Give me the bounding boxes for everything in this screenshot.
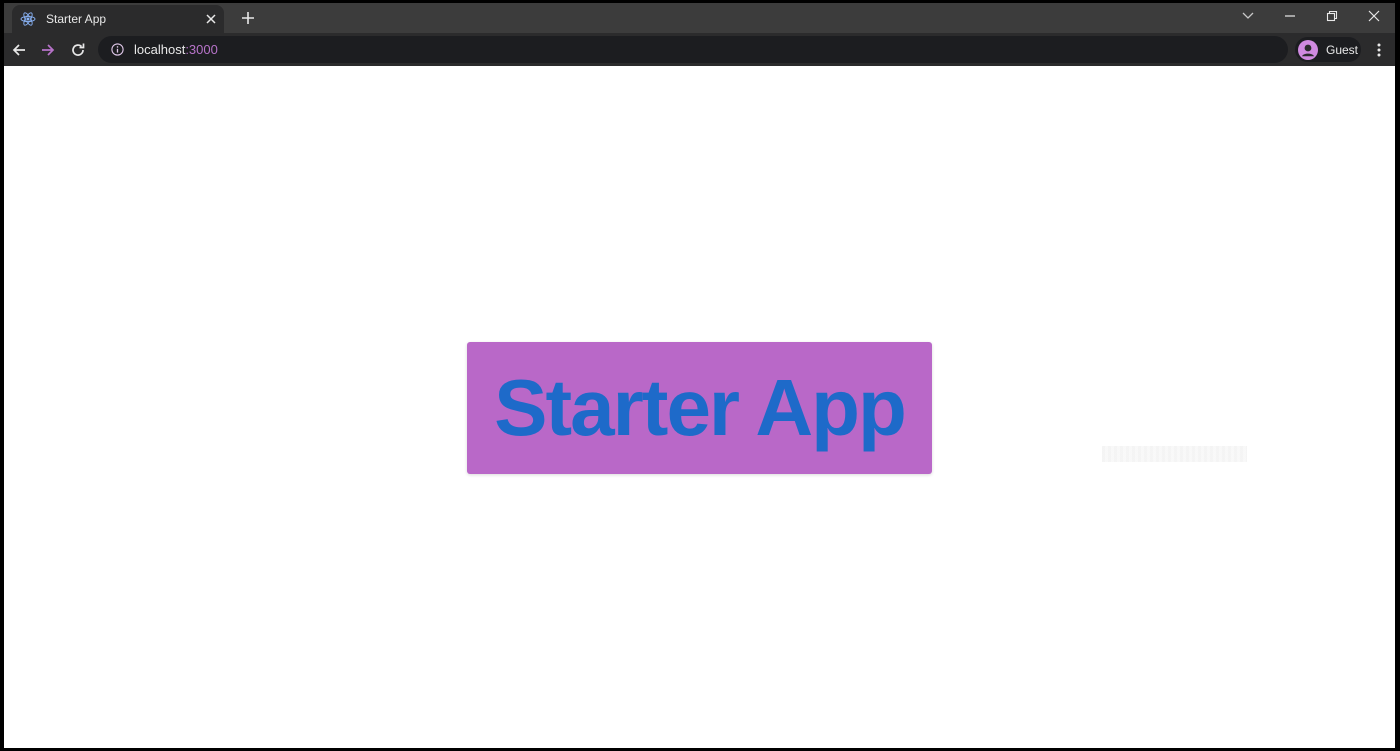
tab-title: Starter App [46,12,107,26]
close-icon[interactable] [202,10,220,28]
reload-button[interactable] [65,37,91,63]
info-icon[interactable] [110,43,124,57]
hero-banner: Starter App [467,342,932,474]
more-vert-icon [1377,43,1381,57]
arrow-left-icon [12,44,25,56]
plus-icon [242,12,254,24]
back-button[interactable] [6,37,32,63]
browser-window: Starter App localhost:3000 Guest Starte… [4,3,1395,748]
window-controls [1227,3,1395,29]
restore-icon [1326,10,1338,22]
url-port: :3000 [185,42,218,57]
faint-artifact [1102,446,1247,462]
avatar-icon [1298,39,1318,60]
address-bar[interactable]: localhost:3000 [98,36,1288,63]
tab-search-button[interactable] [1227,3,1269,29]
arrow-right-icon [42,44,55,56]
tab-strip: Starter App [4,3,1395,33]
restore-button[interactable] [1311,3,1353,29]
tab-starter-app[interactable]: Starter App [12,5,224,33]
page-content: Starter App [4,66,1395,748]
browser-toolbar: localhost:3000 Guest [4,33,1395,66]
react-logo-icon [20,11,36,27]
profile-label: Guest [1326,42,1359,57]
profile-button[interactable]: Guest [1295,37,1361,62]
minimize-button[interactable] [1269,3,1311,29]
url-host: localhost [134,42,186,57]
menu-button[interactable] [1366,37,1392,63]
reload-icon [72,43,85,56]
new-tab-button[interactable] [236,6,260,30]
close-icon [1368,10,1380,22]
forward-button[interactable] [35,37,61,63]
chevron-down-icon [1242,12,1254,19]
close-window-button[interactable] [1353,3,1395,29]
minimize-icon [1285,15,1295,17]
page-title: Starter App [494,363,907,452]
